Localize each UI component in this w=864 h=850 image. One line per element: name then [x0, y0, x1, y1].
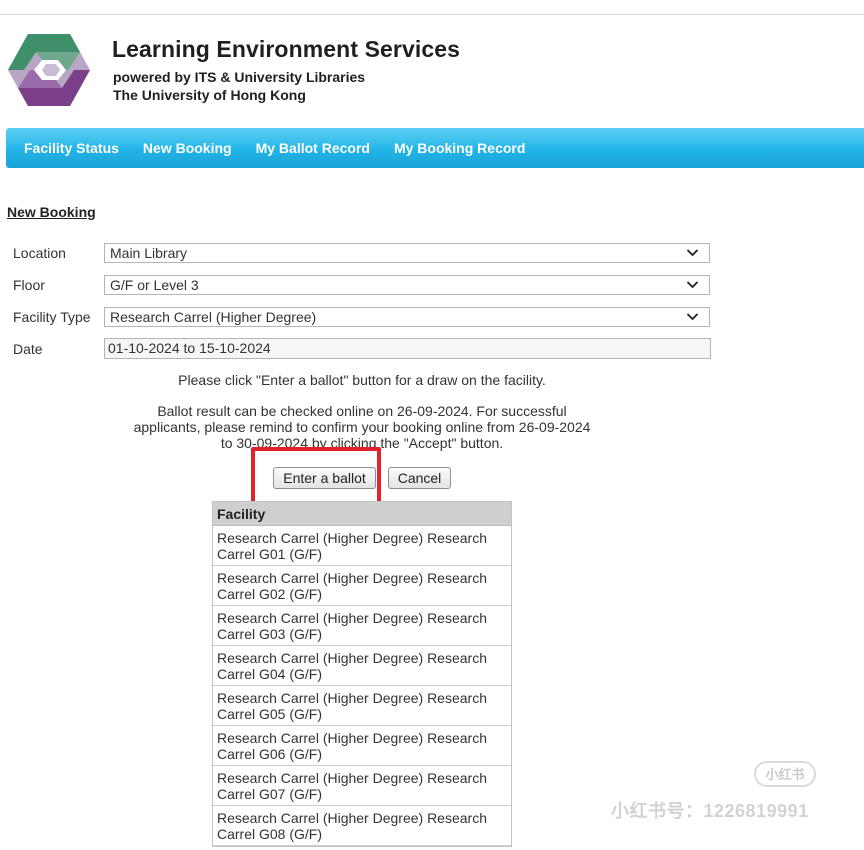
nav-my-ballot-record[interactable]: My Ballot Record [256, 140, 370, 156]
table-row: Research Carrel (Higher Degree) Research… [213, 686, 511, 726]
cancel-button[interactable]: Cancel [388, 467, 451, 489]
chevron-down-icon [686, 281, 699, 289]
date-field[interactable]: 01-10-2024 to 15-10-2024 [104, 338, 711, 359]
table-row: Research Carrel (Higher Degree) Research… [213, 766, 511, 806]
page: Learning Environment Services powered by… [0, 0, 864, 850]
main-nav: Facility Status New Booking My Ballot Re… [6, 128, 864, 168]
site-subtitle-university: The University of Hong Kong [113, 87, 306, 103]
floor-select[interactable]: G/F or Level 3 [104, 275, 710, 295]
floor-label: Floor [13, 277, 45, 293]
watermark-text: 小红书号：1226819991 [611, 801, 809, 821]
watermark-badge: 小红书 [754, 761, 816, 787]
location-value: Main Library [110, 245, 188, 261]
page-title: New Booking [7, 204, 96, 220]
facility-type-value: Research Carrel (Higher Degree) [110, 309, 317, 325]
ballot-result-note-line2: applicants, please remind to confirm you… [133, 419, 591, 435]
location-label: Location [13, 245, 66, 261]
table-row: Research Carrel (Higher Degree) Research… [213, 646, 511, 686]
table-row: Research Carrel (Higher Degree) Research… [213, 606, 511, 646]
nav-my-booking-record[interactable]: My Booking Record [394, 140, 525, 156]
top-divider [0, 14, 864, 15]
table-row: Research Carrel (Higher Degree) Research… [213, 806, 511, 846]
location-select[interactable]: Main Library [104, 243, 710, 263]
facility-type-select[interactable]: Research Carrel (Higher Degree) [104, 307, 710, 327]
ballot-result-note-line1: Ballot result can be checked online on 2… [157, 403, 567, 419]
chevron-down-icon [686, 313, 699, 321]
table-row: Research Carrel (Higher Degree) Research… [213, 726, 511, 766]
date-label: Date [13, 341, 43, 357]
table-row: Research Carrel (Higher Degree) Research… [213, 526, 511, 566]
les-logo [8, 34, 90, 106]
chevron-down-icon [686, 249, 699, 257]
site-title: Learning Environment Services [112, 36, 461, 62]
table-row: Research Carrel (Higher Degree) Research… [213, 566, 511, 606]
facility-type-label: Facility Type [13, 309, 91, 325]
site-subtitle-powered: powered by ITS & University Libraries [113, 69, 366, 85]
ballot-instruction: Please click "Enter a ballot" button for… [178, 372, 546, 388]
nav-new-booking[interactable]: New Booking [143, 140, 232, 156]
facility-table-header: Facility [213, 502, 511, 526]
floor-value: G/F or Level 3 [110, 277, 199, 293]
nav-facility-status[interactable]: Facility Status [24, 140, 119, 156]
facility-table: Facility Research Carrel (Higher Degree)… [212, 501, 512, 847]
